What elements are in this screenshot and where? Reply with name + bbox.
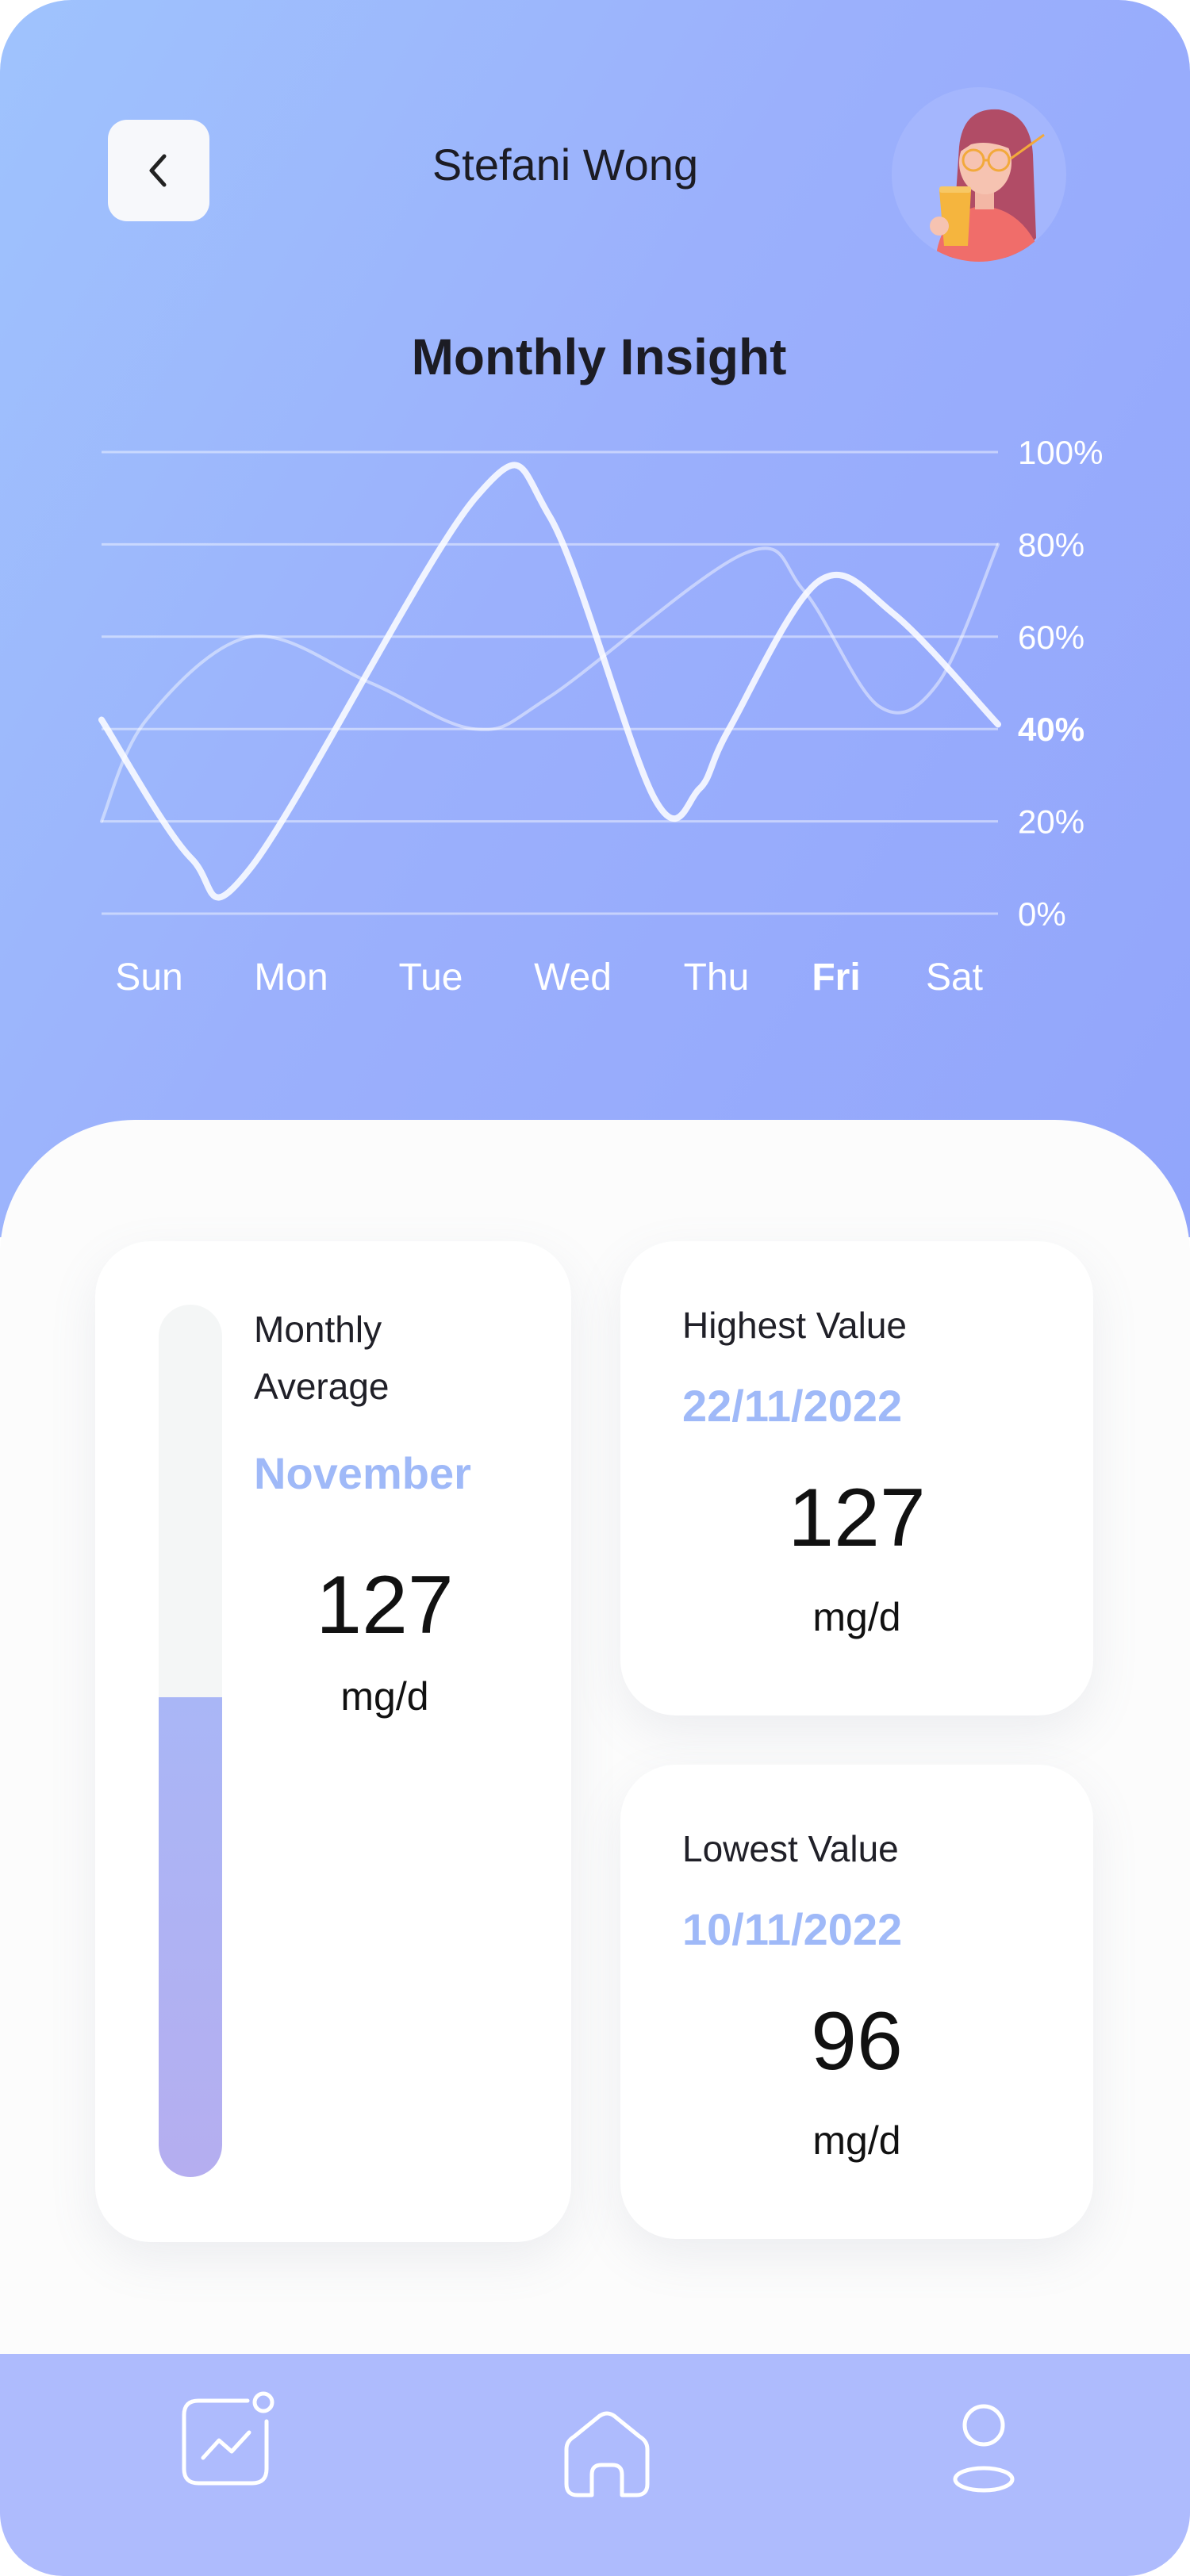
highest-title: Highest Value: [682, 1305, 907, 1346]
nav-item-activity[interactable]: [171, 2386, 282, 2497]
chart-title: Monthly Insight: [411, 328, 787, 385]
lowest-value-card[interactable]: Lowest Value 10/11/2022 96 mg/d: [620, 1765, 1093, 2239]
average-unit: mg/d: [340, 1674, 429, 1719]
x-tick-label: Wed: [534, 956, 612, 999]
home-icon: [564, 2411, 650, 2497]
activity-chart-icon: [182, 2391, 274, 2486]
monthly-average-card[interactable]: Monthly Average November 127 mg/d: [95, 1241, 571, 2242]
nav-item-home[interactable]: [551, 2398, 662, 2509]
x-tick-label: Sat: [926, 956, 983, 999]
highest-date: 22/11/2022: [682, 1381, 903, 1431]
y-tick-label: 100%: [1018, 434, 1103, 471]
y-tick-label: 80%: [1018, 526, 1084, 563]
bottom-navigation: [0, 2354, 1190, 2576]
average-progress-track: [159, 1305, 222, 2177]
x-tick-label: Mon: [254, 956, 328, 999]
highest-unit: mg/d: [812, 1595, 901, 1639]
monthly-insight-chart: 100% 80% 60% 40% 20% 0% Sun Mon Tue Wed Thu Fri Sat: [98, 434, 1103, 999]
x-tick-label: Fri: [812, 956, 860, 999]
avatar[interactable]: [892, 87, 1066, 262]
highest-value-card[interactable]: Highest Value 22/11/2022 127 mg/d: [620, 1241, 1093, 1715]
y-tick-label: 20%: [1018, 803, 1084, 841]
lowest-date: 10/11/2022: [682, 1904, 903, 1954]
header-section: Stefani Wong Monthly Insight 100% 80% 60% 4…: [0, 0, 1190, 1237]
x-tick-label: Tue: [399, 956, 463, 999]
average-title-line1: Monthly: [254, 1309, 382, 1350]
nav-item-profile[interactable]: [932, 2394, 1035, 2505]
x-tick-label: Sun: [115, 956, 182, 999]
average-title: Monthly Average: [254, 1301, 390, 1415]
y-tick-label: 0%: [1018, 895, 1066, 933]
lowest-value: 96: [811, 1995, 903, 2087]
average-progress-fill: [159, 1697, 222, 2177]
lowest-title: Lowest Value: [682, 1828, 899, 1869]
series-line: [98, 462, 1001, 901]
average-title-line2: Average: [254, 1366, 390, 1407]
x-tick-label: Thu: [684, 956, 750, 999]
lowest-unit: mg/d: [812, 2118, 901, 2163]
user-avatar-illustration: [930, 109, 1045, 262]
average-value: 127: [316, 1559, 454, 1651]
y-tick-label: 40%: [1018, 711, 1084, 748]
profile-icon: [953, 2404, 1015, 2493]
average-month: November: [254, 1448, 471, 1498]
y-tick-label: 60%: [1018, 619, 1084, 656]
highest-value: 127: [788, 1472, 926, 1564]
